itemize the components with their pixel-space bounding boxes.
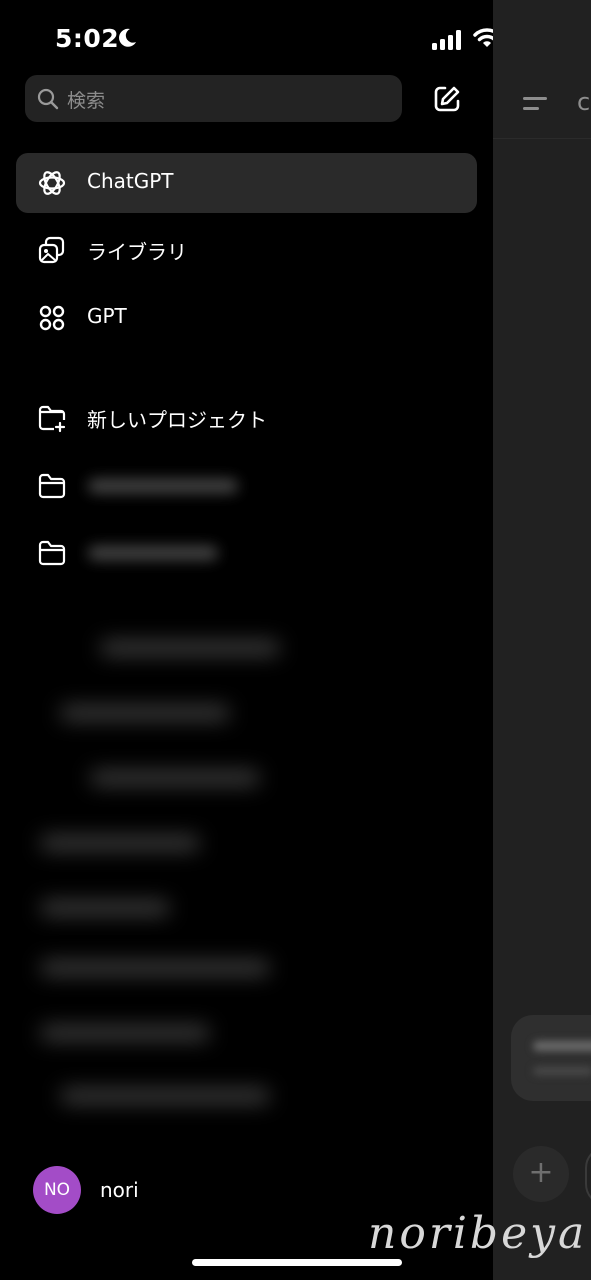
side-drawer: 5:02 59 検索 ChatGPT xyxy=(0,0,551,1280)
model-selector-partial[interactable]: c xyxy=(577,88,590,116)
nav-item-library[interactable]: ライブラリ xyxy=(16,220,477,280)
nav-item-label: GPT xyxy=(87,304,127,328)
blurred-project-name xyxy=(88,546,218,560)
search-icon xyxy=(37,88,59,110)
new-chat-compose-icon[interactable] xyxy=(432,84,462,114)
new-project-button[interactable]: 新しいプロジェクト xyxy=(16,388,477,448)
nav-item-label: 新しいプロジェクト xyxy=(87,408,267,432)
nav-item-label: ライブラリ xyxy=(87,240,187,264)
library-images-icon xyxy=(38,236,65,264)
main-chat-area: c + xyxy=(493,0,591,1280)
openai-logo-icon xyxy=(38,171,66,195)
avatar[interactable]: NO xyxy=(33,1166,81,1214)
status-time: 5:02 xyxy=(55,24,120,53)
nav-item-gpt[interactable]: GPT xyxy=(16,288,477,348)
composer-input[interactable] xyxy=(585,1146,591,1206)
search-placeholder: 検索 xyxy=(67,90,106,112)
project-item[interactable] xyxy=(16,523,477,583)
nav-item-chatgpt[interactable]: ChatGPT xyxy=(16,153,477,213)
add-attachment-button[interactable]: + xyxy=(513,1146,569,1202)
cellular-signal-icon xyxy=(432,30,461,50)
blurred-chat-history xyxy=(30,610,290,1120)
suggestion-card[interactable] xyxy=(511,1015,591,1101)
nav-item-label: ChatGPT xyxy=(87,169,174,193)
folder-icon xyxy=(38,540,66,566)
folder-icon xyxy=(38,473,66,499)
home-indicator xyxy=(192,1259,402,1266)
blurred-project-name xyxy=(88,479,238,493)
grid-apps-icon xyxy=(39,305,65,331)
chat-header: c xyxy=(493,0,591,139)
folder-plus-icon xyxy=(38,405,66,433)
username[interactable]: nori xyxy=(100,1178,139,1202)
watermark-signature: noribeya xyxy=(368,1208,588,1259)
project-item[interactable] xyxy=(16,456,477,516)
menu-icon[interactable] xyxy=(523,97,547,117)
search-input[interactable]: 検索 xyxy=(25,75,402,122)
moon-icon xyxy=(119,28,136,47)
